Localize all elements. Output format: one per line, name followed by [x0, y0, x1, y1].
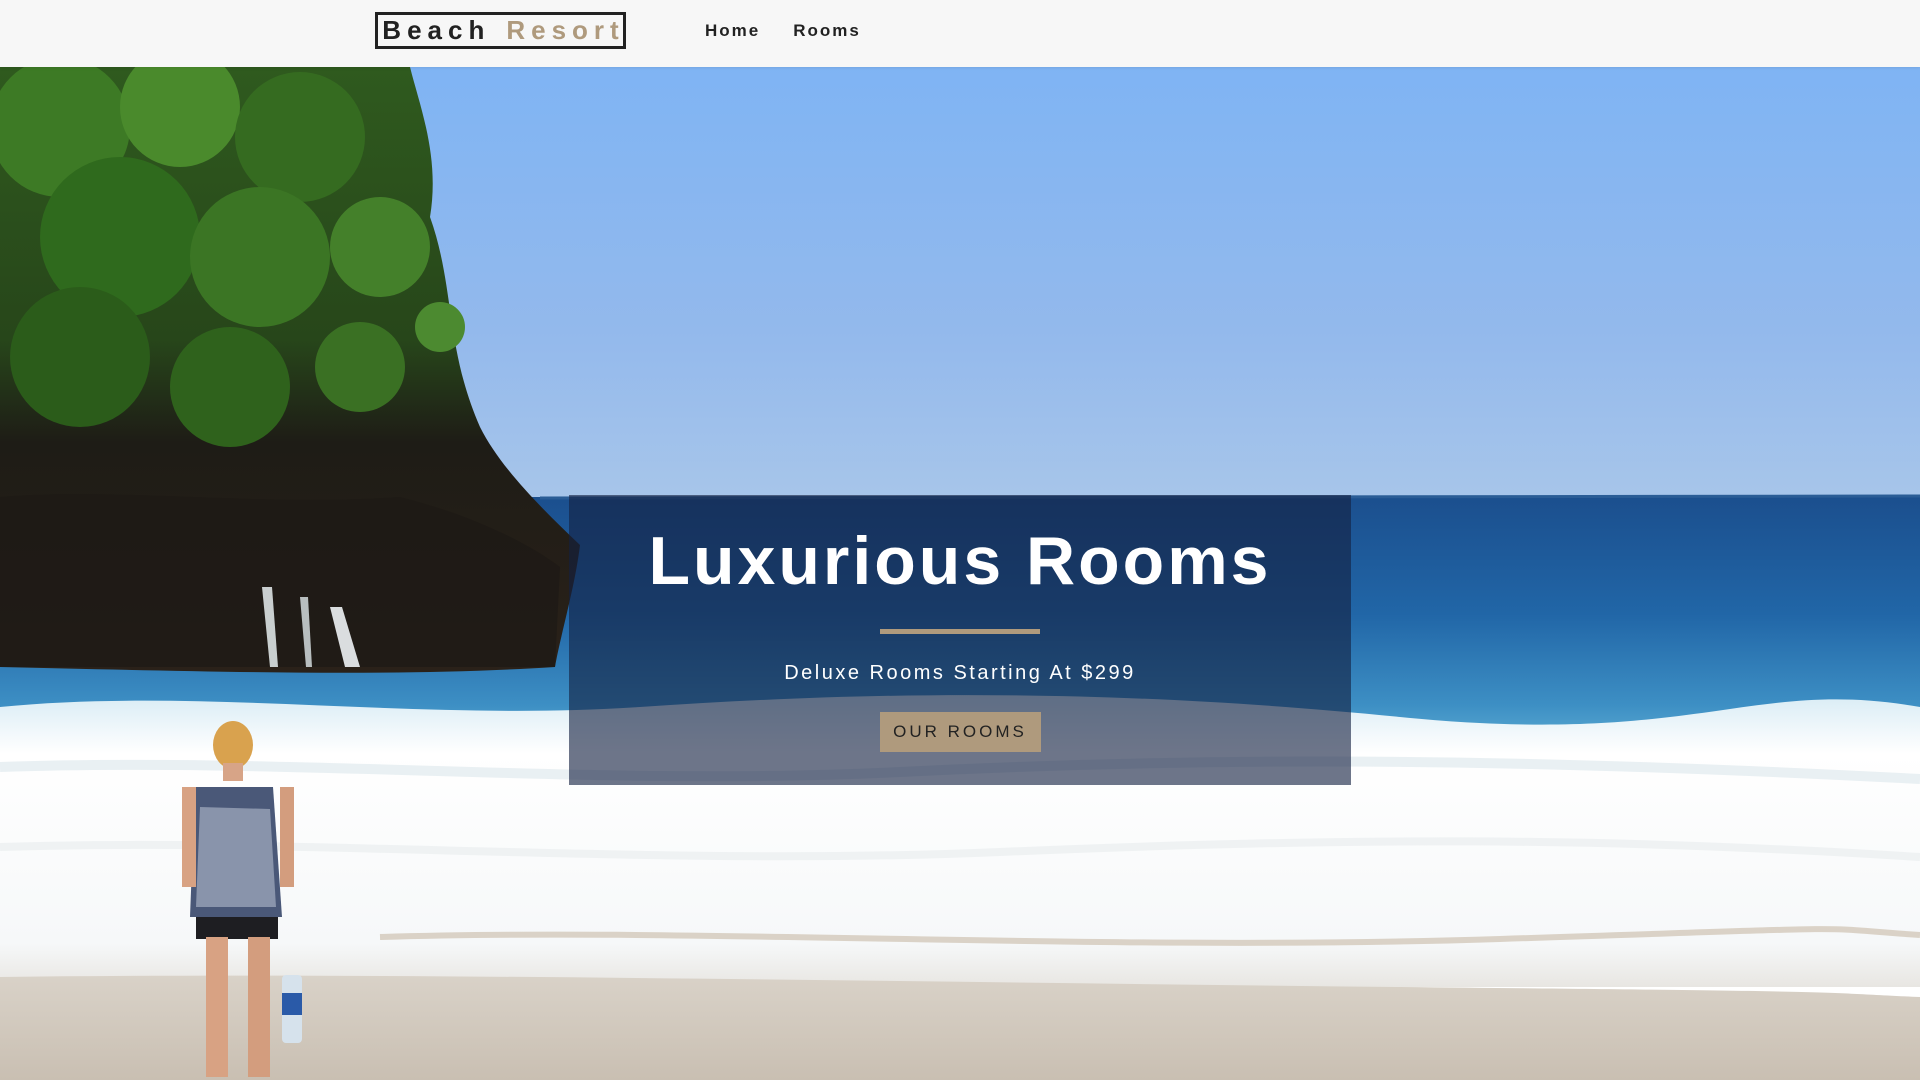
nav-links: Home Rooms — [705, 0, 894, 61]
nav-link-home[interactable]: Home — [705, 21, 760, 41]
logo-text-beach: Beach — [382, 15, 491, 45]
logo-text-resort: Resort — [506, 15, 625, 45]
hero-section: Luxurious Rooms Deluxe Rooms Starting At… — [0, 67, 1920, 1080]
our-rooms-button[interactable]: OUR ROOMS — [879, 712, 1041, 752]
brand-logo[interactable]: Beach Resort — [375, 12, 626, 49]
nav-link-rooms[interactable]: Rooms — [793, 21, 861, 41]
title-divider — [880, 629, 1040, 634]
hero-title: Luxurious Rooms — [648, 523, 1272, 599]
navbar: Beach Resort Home Rooms — [0, 0, 1920, 67]
hero-banner: Luxurious Rooms Deluxe Rooms Starting At… — [569, 495, 1351, 785]
hero-subtitle: Deluxe Rooms Starting At $299 — [784, 662, 1136, 684]
